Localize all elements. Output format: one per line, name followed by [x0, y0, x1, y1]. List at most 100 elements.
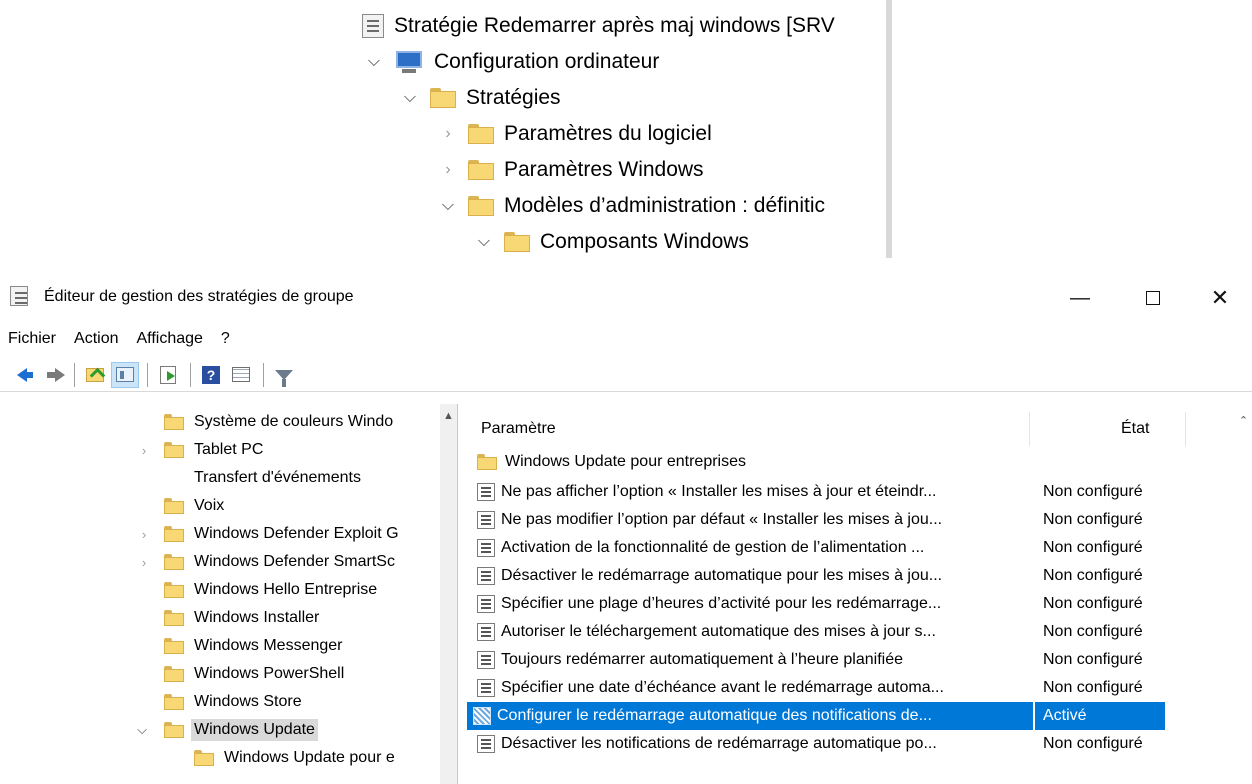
- minimize-button[interactable]: —: [1055, 280, 1105, 316]
- column-header-etat[interactable]: État: [1121, 408, 1149, 450]
- chevron-right-icon[interactable]: ›: [436, 125, 460, 143]
- policy-setting-icon: [473, 707, 491, 725]
- maximize-button[interactable]: [1128, 280, 1178, 316]
- list-row[interactable]: Ne pas modifier l’option par défaut « In…: [471, 506, 1211, 534]
- folder-icon: [164, 666, 184, 682]
- policy-setting-icon: [477, 595, 495, 613]
- help-button[interactable]: ?: [197, 362, 225, 388]
- list-folder-label: Windows Update pour entreprises: [505, 453, 747, 470]
- setting-state: Activé: [1043, 707, 1087, 724]
- chevron-right-icon[interactable]: ›: [136, 443, 152, 458]
- chevron-right-icon[interactable]: ›: [136, 555, 152, 570]
- policy-setting-icon: [477, 539, 495, 557]
- forward-button[interactable]: [38, 362, 66, 388]
- list-row[interactable]: Autoriser le téléchargement automatique …: [471, 618, 1211, 646]
- list-row[interactable]: Ne pas afficher l’option « Installer les…: [471, 478, 1211, 506]
- export-icon: [160, 365, 176, 384]
- folder-icon: [430, 88, 456, 108]
- setting-name: Autoriser le téléchargement automatique …: [501, 623, 936, 640]
- filter-button[interactable]: [270, 362, 298, 388]
- setting-name: Configurer le redémarrage automatique de…: [497, 707, 932, 724]
- tree-admin-models[interactable]: ⌵ Modèles d’administration : définitic: [436, 188, 825, 224]
- tree-software-params[interactable]: › Paramètres du logiciel: [436, 116, 711, 152]
- tree-item[interactable]: Windows Messenger: [164, 632, 343, 660]
- tree-strategies[interactable]: ⌵ Stratégies: [398, 80, 561, 116]
- tree-scrollbar[interactable]: ▲: [440, 404, 457, 784]
- folder-icon: [164, 582, 184, 598]
- folder-icon: [164, 554, 184, 570]
- list-row[interactable]: Activation de la fonctionnalité de gesti…: [471, 534, 1211, 562]
- tree-item[interactable]: Windows Installer: [164, 604, 319, 632]
- list-row[interactable]: Toujours redémarrer automatiquement à l’…: [471, 646, 1211, 674]
- chevron-down-icon[interactable]: ⌵: [398, 89, 422, 107]
- navigation-tree-pane: Système de couleurs Windo › Tablet PC Tr…: [0, 404, 458, 784]
- tree-item-windows-update[interactable]: ⌵ Windows Update: [137, 716, 318, 744]
- scroll-up-icon[interactable]: ⌃: [1235, 414, 1252, 427]
- setting-state: Non configuré: [1043, 595, 1143, 612]
- tree-computer-config[interactable]: ⌵ Configuration ordinateur: [362, 44, 659, 80]
- folder-icon: [164, 526, 184, 542]
- up-folder-icon: [86, 367, 104, 382]
- tree-windows-components-label: Composants Windows: [540, 230, 749, 253]
- menu-action[interactable]: Action: [66, 330, 128, 348]
- menu-help[interactable]: ?: [213, 330, 240, 348]
- tree-item[interactable]: Transfert d'événements: [164, 464, 361, 492]
- chevron-down-icon[interactable]: ⌵: [362, 53, 386, 71]
- policy-setting-icon: [477, 483, 495, 501]
- tree-item-label: Windows Update: [191, 719, 318, 741]
- close-button[interactable]: ✕: [1195, 280, 1245, 316]
- export-button[interactable]: [154, 362, 182, 388]
- menu-view[interactable]: Affichage: [128, 330, 212, 348]
- zoom-scrollbar[interactable]: [886, 0, 892, 258]
- column-header-parametre[interactable]: Paramètre: [481, 408, 556, 450]
- tree-root-policy[interactable]: Stratégie Redemarrer après maj windows […: [362, 8, 835, 44]
- list-scrollbar[interactable]: ⌃: [1235, 404, 1252, 784]
- list-row[interactable]: Spécifier une date d’échéance avant le r…: [471, 674, 1211, 702]
- list-row[interactable]: Spécifier une plage d’heures d’activité …: [471, 590, 1211, 618]
- tree-item[interactable]: › Windows Defender SmartSc: [142, 548, 395, 576]
- properties-button[interactable]: [227, 362, 255, 388]
- tree-item[interactable]: Système de couleurs Windo: [164, 408, 393, 436]
- tree-windows-params-label: Paramètres Windows: [504, 158, 704, 181]
- folder-icon: [477, 454, 497, 470]
- chevron-right-icon[interactable]: ›: [436, 161, 460, 179]
- folder-icon: [164, 722, 184, 738]
- scroll-up-icon[interactable]: ▲: [440, 410, 457, 422]
- tree-item[interactable]: › Windows Defender Exploit G: [142, 520, 399, 548]
- tree-windows-components[interactable]: ⌵ Composants Windows: [472, 224, 749, 260]
- column-separator[interactable]: [1185, 412, 1186, 446]
- chevron-down-icon[interactable]: ⌵: [134, 722, 150, 738]
- folder-icon: [164, 498, 184, 514]
- up-folder-button[interactable]: [81, 362, 109, 388]
- policy-setting-icon: [477, 651, 495, 669]
- tree-windows-params[interactable]: › Paramètres Windows: [436, 152, 704, 188]
- tree-admin-models-label: Modèles d’administration : définitic: [504, 194, 825, 217]
- tree-item[interactable]: Windows Store: [164, 688, 302, 716]
- back-button[interactable]: [8, 362, 36, 388]
- show-hide-pane-button[interactable]: [111, 361, 139, 388]
- chevron-down-icon[interactable]: ⌵: [472, 233, 496, 251]
- chevron-right-icon[interactable]: ›: [136, 527, 152, 542]
- list-row[interactable]: Désactiver le redémarrage automatique po…: [471, 562, 1211, 590]
- folder-icon: [194, 750, 214, 766]
- menu-file[interactable]: Fichier: [0, 330, 66, 348]
- tree-item[interactable]: Windows PowerShell: [164, 660, 344, 688]
- policy-setting-icon: [477, 567, 495, 585]
- setting-name: Spécifier une date d’échéance avant le r…: [501, 679, 944, 696]
- setting-state: Non configuré: [1043, 567, 1143, 584]
- minimize-icon: —: [1070, 286, 1090, 309]
- list-folder-row[interactable]: Windows Update pour entreprises: [471, 448, 1211, 476]
- tree-item[interactable]: Voix: [164, 492, 224, 520]
- folder-icon: [504, 232, 530, 252]
- tree-item-label: Windows Defender Exploit G: [194, 525, 399, 542]
- list-row-selected[interactable]: Configurer le redémarrage automatique de…: [467, 702, 1087, 730]
- setting-name: Activation de la fonctionnalité de gesti…: [501, 539, 925, 556]
- tree-item[interactable]: Windows Hello Entreprise: [164, 576, 377, 604]
- list-row[interactable]: Désactiver les notifications de redémarr…: [471, 730, 1211, 758]
- tree-item[interactable]: › Tablet PC: [142, 436, 263, 464]
- close-icon: ✕: [1210, 285, 1230, 310]
- toolbar-separator: [147, 362, 148, 387]
- column-separator[interactable]: [1029, 412, 1030, 446]
- tree-item[interactable]: Windows Update pour e: [194, 744, 395, 772]
- chevron-down-icon[interactable]: ⌵: [436, 197, 460, 215]
